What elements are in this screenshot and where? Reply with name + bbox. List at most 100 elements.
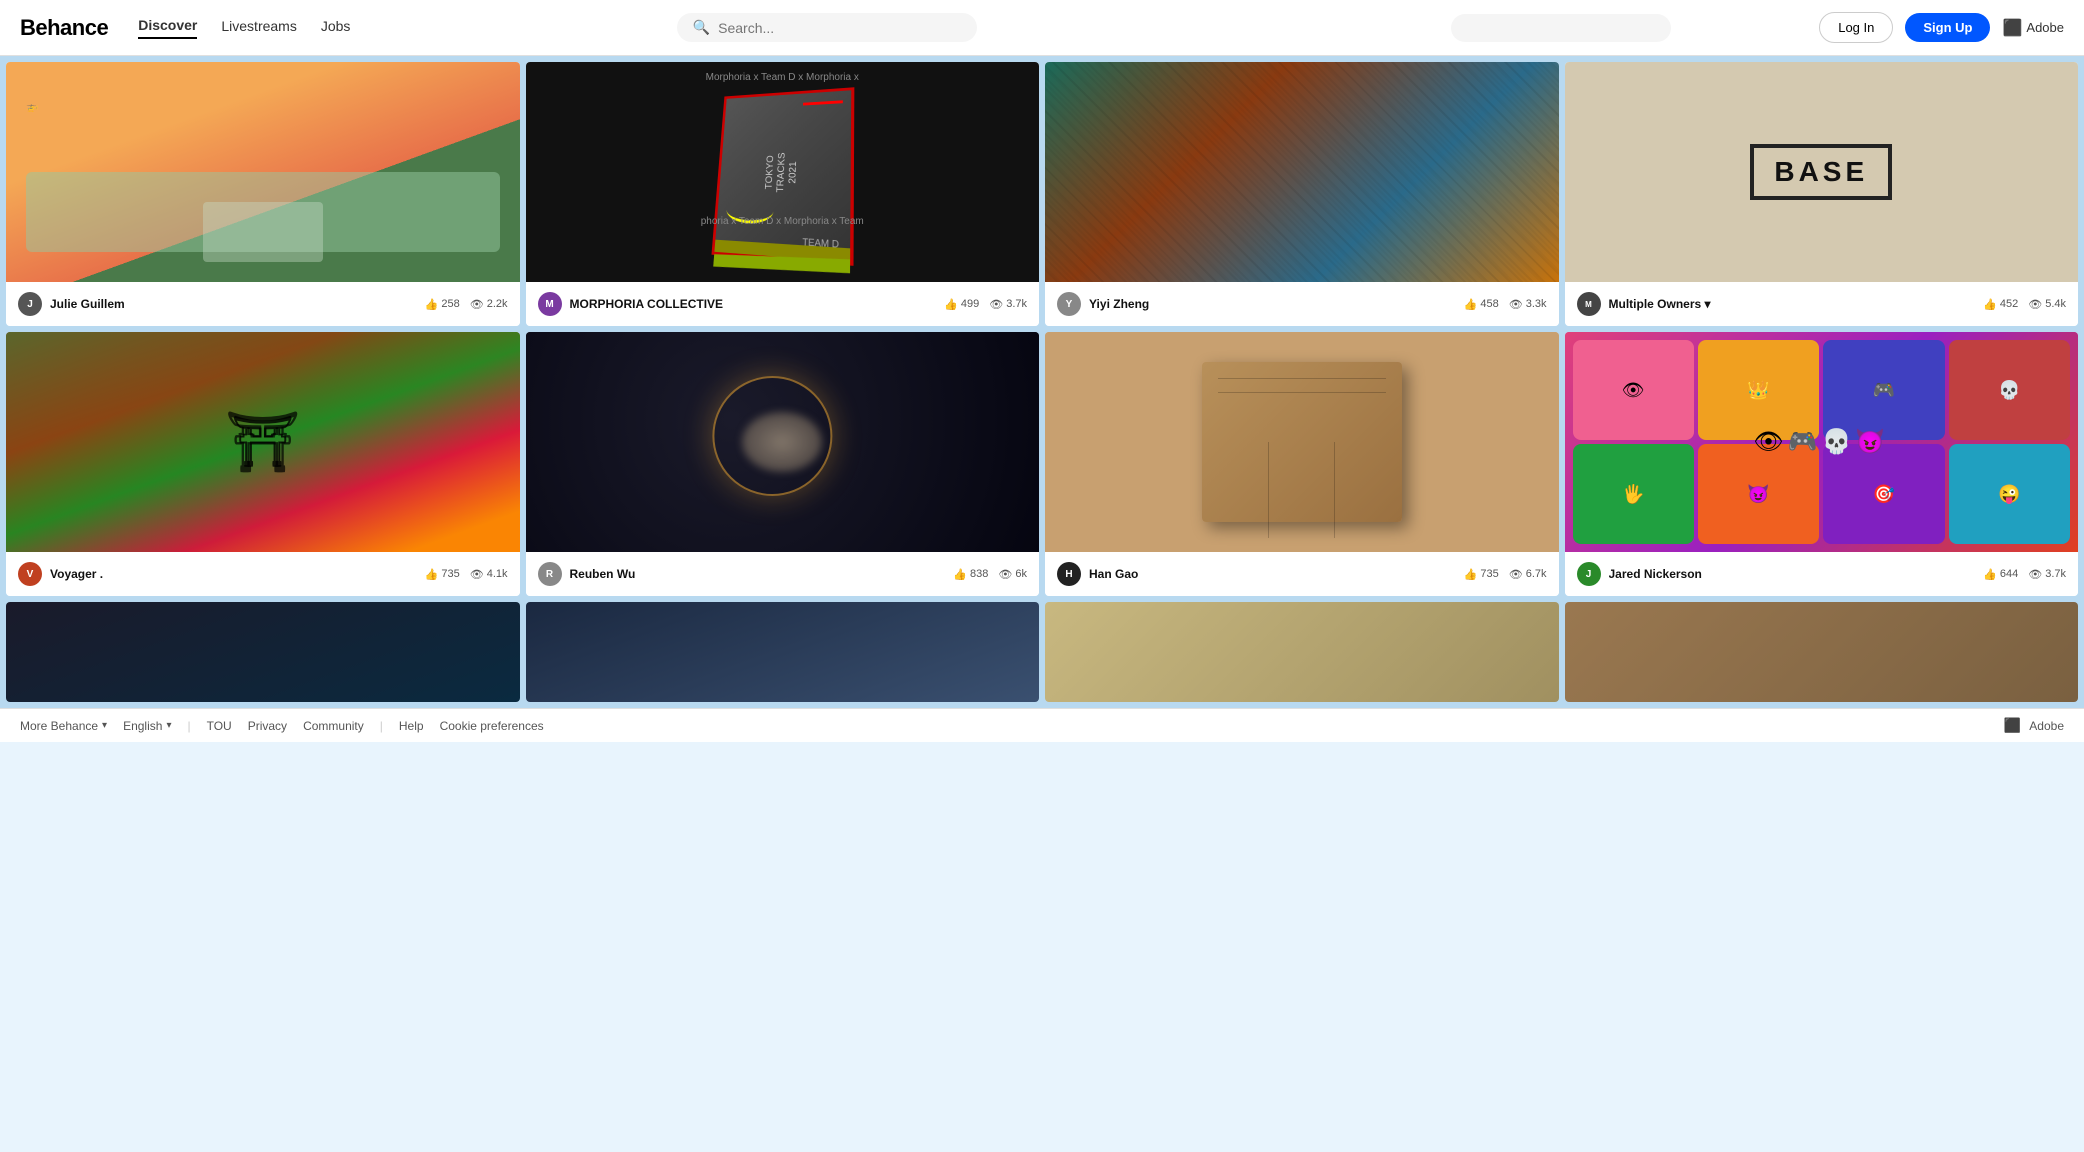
like-icon-7: 👍 [1464,568,1478,581]
cookies-link[interactable]: Cookie preferences [440,719,544,733]
login-button[interactable]: Log In [1819,12,1893,43]
search-icon: 🔍 [693,19,710,36]
project-card-4[interactable]: BASE M Multiple Owners ▾ 👍 452 👁 5.4k [1565,62,2079,326]
footer-divider-2: | [380,719,383,733]
nav-jobs[interactable]: Jobs [321,18,351,38]
footer-right: ⬛ Adobe [2004,717,2064,734]
project-footer-2: M MORPHORIA COLLECTIVE 👍 499 👁 3.7k [526,282,1040,326]
avatar-4: M [1577,292,1601,316]
stats-4: 👍 452 👁 5.4k [1983,298,2066,311]
like-icon-1: 👍 [425,298,439,311]
views-6: 👁 6k [998,568,1027,581]
views-4: 👁 5.4k [2028,298,2066,311]
base-text: BASE [1774,156,1868,188]
view-icon-4: 👁 [2028,298,2042,311]
main-footer: More Behance ▾ English ▾ | TOU Privacy C… [0,708,2084,742]
project-footer-5: V Voyager . 👍 735 👁 4.1k [6,552,520,596]
view-icon-3: 👁 [1509,298,1523,311]
project-card-12[interactable] [1565,602,2079,702]
views-7: 👁 6.7k [1509,568,1547,581]
search-container: 🔍 [350,13,1303,42]
like-icon-6: 👍 [953,568,967,581]
like-icon-2: 👍 [944,298,958,311]
project-image-1: 🚁 [6,62,520,282]
signup-button[interactable]: Sign Up [1905,13,1990,42]
project-footer-7: H Han Gao 👍 735 👁 6.7k [1045,552,1559,596]
project-footer-8: J Jared Nickerson 👍 644 👁 3.7k [1565,552,2079,596]
project-image-7 [1045,332,1559,552]
likes-5: 👍 735 [425,568,460,581]
project-card-5[interactable]: ⛩ V Voyager . 👍 735 👁 4.1k [6,332,520,596]
footer-divider-1: | [187,719,190,733]
stats-3: 👍 458 👁 3.3k [1464,298,1547,311]
stats-6: 👍 838 👁 6k [953,568,1027,581]
language-dropdown[interactable]: English ▾ [123,719,171,733]
like-icon-4: 👍 [1983,298,1997,311]
view-icon-1: 👁 [470,298,484,311]
project-grid: 🚁 J Julie Guillem 👍 258 👁 2.2k TOKYOTRAC… [0,56,2084,708]
project-card-8[interactable]: 👁 👑 🎮 💀 🖐 😈 🎯 😜 J Jared Nickerson 👍 644 … [1565,332,2079,596]
project-card-11[interactable] [1045,602,1559,702]
privacy-link[interactable]: Privacy [248,719,287,733]
dropdown-icon-4[interactable]: ▾ [1705,297,1711,311]
view-icon-6: 👁 [998,568,1012,581]
adobe-icon: ⬛ [2002,18,2022,38]
view-icon-2: 👁 [989,298,1003,311]
more-behance-dropdown[interactable]: More Behance ▾ [20,719,107,733]
avatar-1: J [18,292,42,316]
stats-2: 👍 499 👁 3.7k [944,298,1027,311]
project-card-7[interactable]: H Han Gao 👍 735 👁 6.7k [1045,332,1559,596]
adobe-footer-icon: ⬛ [2004,717,2021,734]
search-input[interactable] [718,20,961,36]
project-card-9[interactable] [6,602,520,702]
project-footer-4: M Multiple Owners ▾ 👍 452 👁 5.4k [1565,282,2079,326]
project-card-3[interactable]: Y Yiyi Zheng 👍 458 👁 3.3k [1045,62,1559,326]
header-right: Log In Sign Up ⬛ Adobe [1819,12,2064,43]
avatar-2: M [538,292,562,316]
adobe-logo: ⬛ Adobe [2002,18,2064,38]
project-image-3 [1045,62,1559,282]
views-8: 👁 3.7k [2028,568,2066,581]
footer-left: More Behance ▾ English ▾ | TOU Privacy C… [20,719,544,733]
likes-6: 👍 838 [953,568,988,581]
nav-discover[interactable]: Discover [138,17,197,39]
project-card-10[interactable] [526,602,1040,702]
project-image-4: BASE [1565,62,2079,282]
adobe-footer-label: Adobe [2029,719,2064,733]
main-nav: Discover Livestreams Jobs [138,17,350,39]
like-icon-5: 👍 [425,568,439,581]
project-card-2[interactable]: TOKYOTRACKS2021 TEAM D Morphoria x Team … [526,62,1040,326]
view-icon-8: 👁 [2028,568,2042,581]
search-input-2[interactable] [1467,20,1655,36]
likes-8: 👍 644 [1983,568,2018,581]
nav-livestreams[interactable]: Livestreams [221,18,296,38]
likes-3: 👍 458 [1464,298,1499,311]
stats-5: 👍 735 👁 4.1k [425,568,508,581]
views-2: 👁 3.7k [989,298,1027,311]
avatar-3: Y [1057,292,1081,316]
search-box: 🔍 [677,13,977,42]
project-image-6 [526,332,1040,552]
behance-logo[interactable]: Behance [20,15,108,41]
project-footer-6: R Reuben Wu 👍 838 👁 6k [526,552,1040,596]
avatar-8: J [1577,562,1601,586]
help-link[interactable]: Help [399,719,424,733]
project-card-6[interactable]: R Reuben Wu 👍 838 👁 6k [526,332,1040,596]
author-name-7: Han Gao [1089,567,1456,581]
project-footer-3: Y Yiyi Zheng 👍 458 👁 3.3k [1045,282,1559,326]
likes-4: 👍 452 [1983,298,2018,311]
tou-link[interactable]: TOU [207,719,232,733]
author-name-2: MORPHORIA COLLECTIVE [570,297,937,311]
chevron-down-icon: ▾ [102,720,107,731]
author-name-8: Jared Nickerson [1609,567,1976,581]
project-footer-1: J Julie Guillem 👍 258 👁 2.2k [6,282,520,326]
search-box-2 [1451,14,1671,42]
project-image-5: ⛩ [6,332,520,552]
project-card-1[interactable]: 🚁 J Julie Guillem 👍 258 👁 2.2k [6,62,520,326]
author-name-4: Multiple Owners ▾ [1609,297,1976,311]
chevron-down-icon-lang: ▾ [166,720,171,731]
community-link[interactable]: Community [303,719,364,733]
likes-1: 👍 258 [425,298,460,311]
author-name-6: Reuben Wu [570,567,946,581]
stats-1: 👍 258 👁 2.2k [425,298,508,311]
